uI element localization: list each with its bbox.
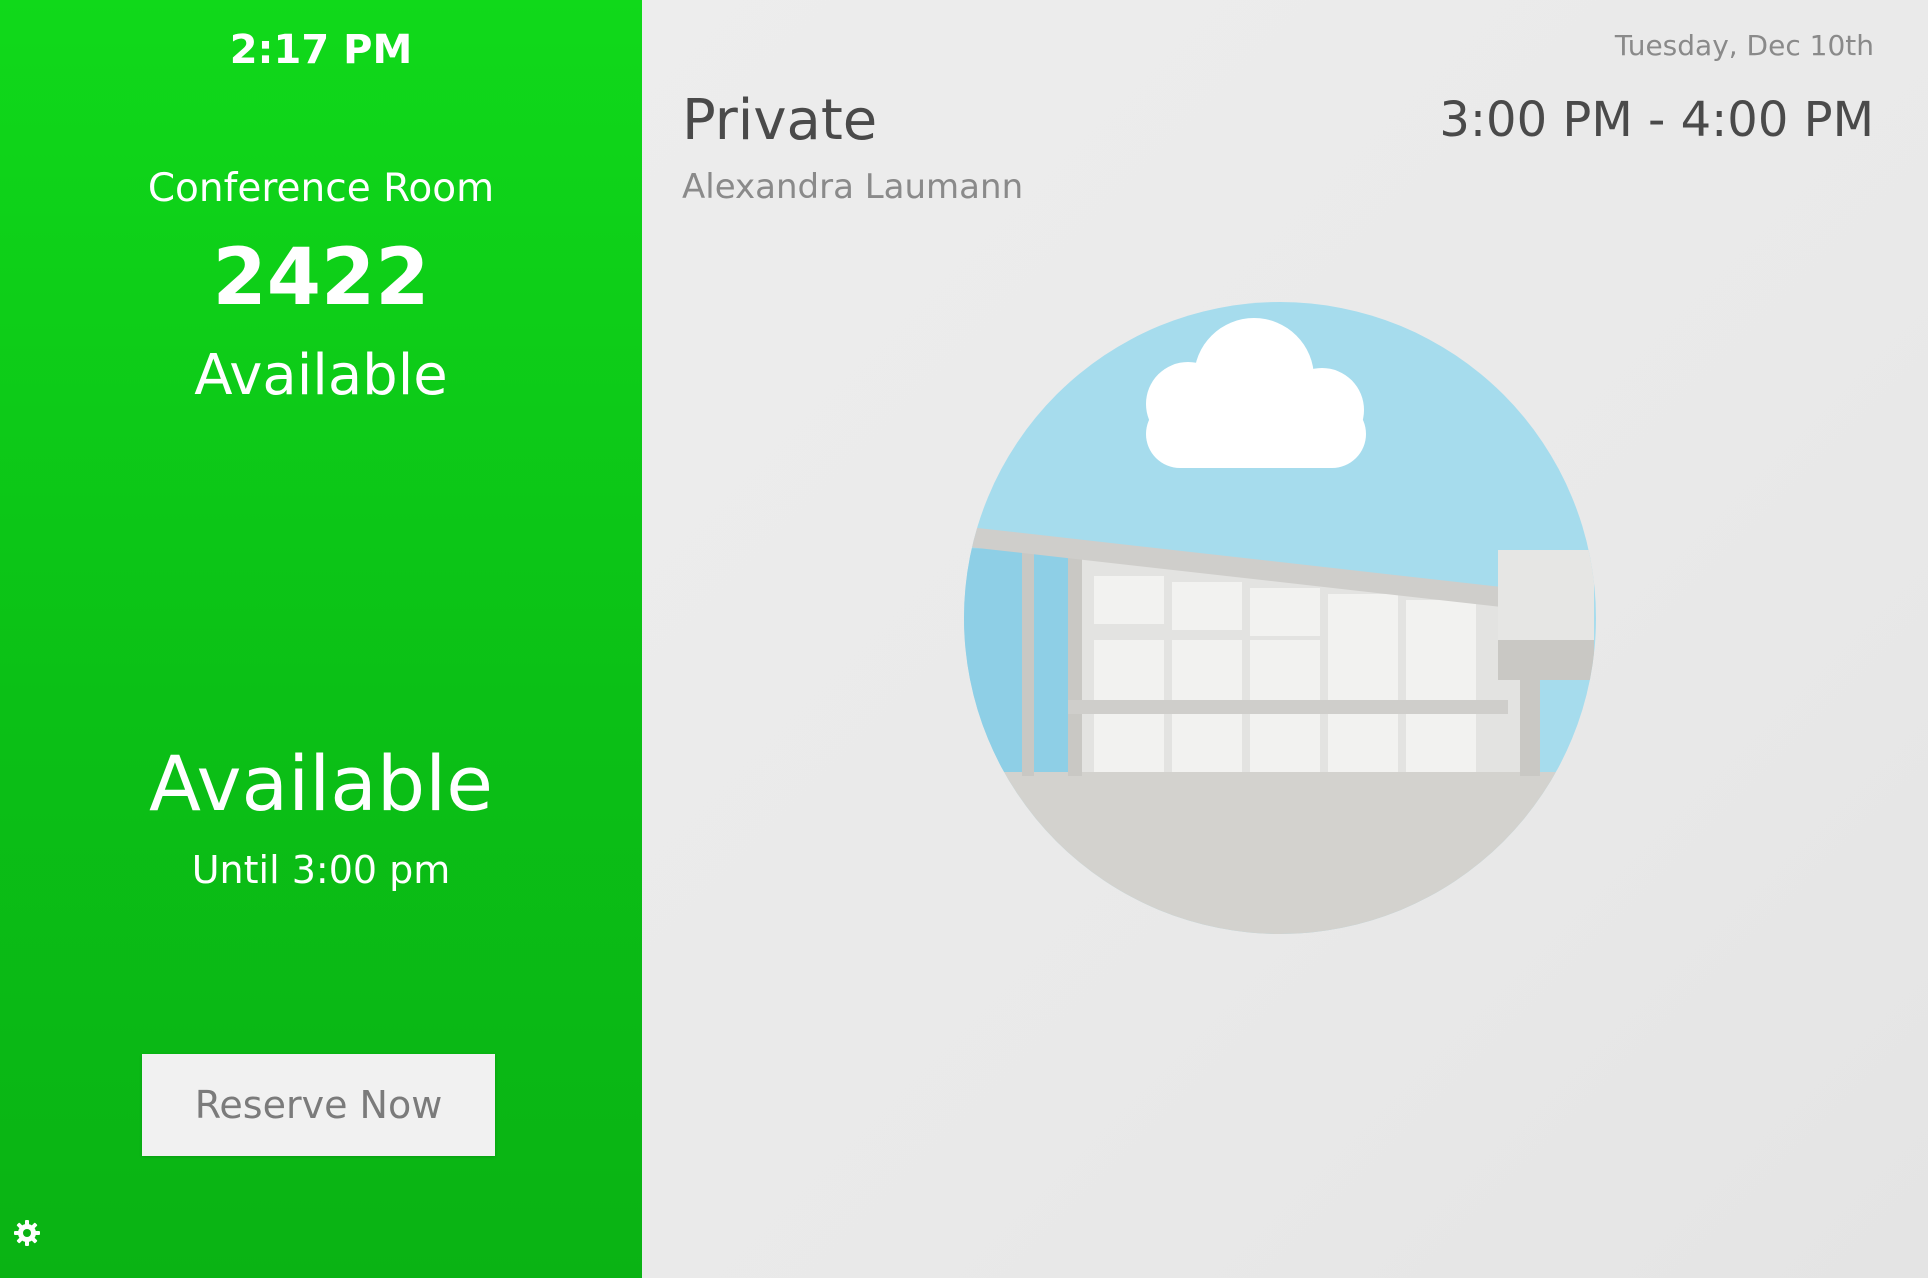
room-status: Available [194, 343, 448, 408]
meeting-title: Private [682, 88, 878, 153]
availability-status: Available [148, 739, 493, 828]
status-panel: 2:17 PM Conference Room 2422 Available A… [0, 0, 642, 1278]
room-label: Conference Room [147, 166, 495, 211]
room-number: 2422 [212, 233, 430, 323]
meeting-details-panel: Tuesday, Dec 10th Private Alexandra Laum… [642, 0, 1928, 1278]
available-until: Until 3:00 pm [191, 848, 451, 892]
meeting-time: 3:00 PM - 4:00 PM [1439, 92, 1874, 148]
clock: 2:17 PM [229, 27, 413, 73]
reserve-now-button[interactable]: Reserve Now [142, 1054, 495, 1156]
room-display-screen: 2:17 PM Conference Room 2422 Available A… [0, 0, 1928, 1278]
meeting-organizer: Alexandra Laumann [682, 167, 1024, 207]
building-cloud-illustration [964, 302, 1596, 934]
date: Tuesday, Dec 10th [1614, 29, 1874, 62]
gear-icon[interactable] [12, 1218, 42, 1248]
